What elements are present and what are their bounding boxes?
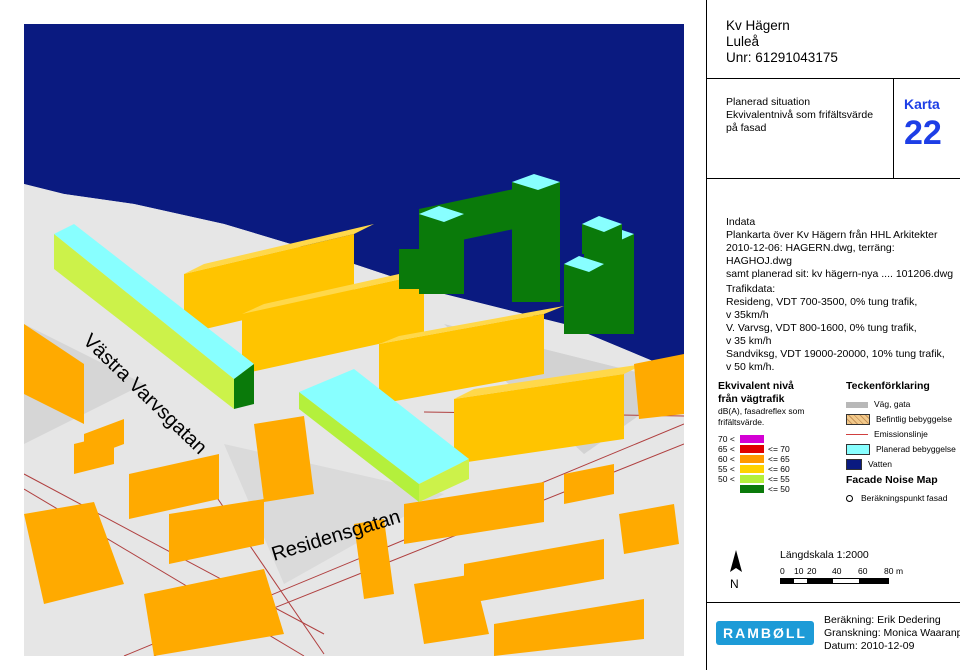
legend-emission: Emissionslinje — [846, 429, 958, 440]
noise-legend-sub2: frifältsvärde. — [718, 417, 765, 427]
indata-line3: samt planerad sit: kv hägern-nya .... 10… — [726, 268, 954, 280]
noise-class-swatch — [740, 485, 764, 493]
karta-label: Karta — [904, 96, 940, 112]
map-canvas: Västra Varvsgatan Residensgatan — [24, 24, 684, 656]
karta-box: Karta 22 — [893, 78, 960, 178]
footer-text: Beräkning: Erik Dedering Granskning: Mon… — [824, 614, 960, 653]
indata-section: Indata Plankarta över Kv Hägern från HHL… — [726, 216, 956, 281]
noise-class-swatch — [740, 465, 764, 473]
noise-class-row: 60 < <= 65 — [718, 454, 838, 464]
indata-title: Indata — [726, 216, 756, 228]
legend-planned: Planerad bebyggelse — [846, 444, 958, 455]
noise-class-row: 50 < <= 55 — [718, 474, 838, 484]
noise-class-row: 55 < <= 60 — [718, 464, 838, 474]
noise-map-3d[interactable]: Västra Varvsgatan Residensgatan — [24, 24, 684, 656]
calc-by: Beräkning: Erik Dedering — [824, 614, 941, 626]
noise-class-swatch — [740, 435, 764, 443]
situation-line3: på fasad — [726, 122, 767, 134]
noise-class-row: 65 < <= 70 — [718, 444, 838, 454]
noise-legend-rows: 70 <65 < <= 70 60 < <= 65 55 < <= 60 50 < <= 55… — [718, 434, 838, 494]
situation-line1: Planerad situation — [726, 96, 811, 108]
north-arrow: N — [726, 550, 746, 595]
emission-swatch — [846, 434, 868, 435]
noise-legend-sub1: dB(A), fasadreflex som — [718, 406, 805, 416]
trafikdata-line5: Sandviksg, VDT 19000-20000, 10% tung tra… — [726, 348, 945, 360]
noise-legend-title: Ekvivalent nivå — [718, 380, 794, 392]
review-by: Granskning: Monica Waaranperä — [824, 627, 960, 639]
water-swatch — [846, 459, 862, 470]
noise-legend: Ekvivalent nivå från vägtrafik dB(A), fa… — [718, 380, 838, 494]
planned-swatch — [846, 444, 870, 455]
trafikdata-line4: v 35 km/h — [726, 335, 772, 347]
karta-number: 22 — [904, 114, 942, 152]
facade-title: Facade Noise Map — [846, 474, 938, 486]
project-section: Kv Hägern Luleå Unr: 61291043175 — [706, 0, 960, 79]
date: Datum: 2010-12-09 — [824, 640, 915, 652]
indata-line1: Plankarta över Kv Hägern från HHL Arkite… — [726, 229, 938, 241]
project-number: Unr: 61291043175 — [726, 50, 838, 65]
situation-line2: Ekvivalentnivå som frifältsvärde — [726, 109, 874, 121]
symbol-legend-title: Teckenförklaring — [846, 380, 930, 392]
scale-bar — [780, 578, 889, 584]
legend-calc-point: Beräkningspunkt fasad — [846, 493, 958, 504]
symbol-legend: Teckenförklaring Väg, gata Befintlig beb… — [846, 380, 958, 504]
trafikdata-section: Trafikdata: Resideng, VDT 700-3500, 0% t… — [726, 283, 956, 374]
road-swatch — [846, 401, 868, 408]
legend-existing: Befintlig bebyggelse — [846, 414, 958, 425]
noise-class-swatch — [740, 445, 764, 453]
ramboll-logo: RAMBØLL — [716, 621, 814, 645]
indata-line2: 2010-12-06: HAGERN.dwg, terräng: HAGHOJ.… — [726, 242, 895, 267]
legend-road: Väg, gata — [846, 399, 958, 410]
noise-legend-title2: från vägtrafik — [718, 393, 785, 405]
footer-section: RAMBØLL Beräkning: Erik Dedering Granskn… — [706, 602, 960, 671]
calc-point-icon — [846, 495, 853, 502]
noise-class-high: <= 50 — [768, 483, 790, 494]
title-block: Kv Hägern Luleå Unr: 61291043175 Planera… — [706, 0, 960, 670]
noise-class-row: 70 < — [718, 434, 838, 444]
noise-class-low: 50 < — [718, 473, 735, 484]
noise-class-swatch — [740, 455, 764, 463]
map-frame: Västra Varvsgatan Residensgatan — [0, 0, 707, 670]
trafikdata-title: Trafikdata: — [726, 283, 776, 295]
legend-water: Vatten — [846, 459, 958, 470]
project-name: Kv Hägern — [726, 18, 790, 33]
trafikdata-line3: V. Varvsg, VDT 800-1600, 0% tung trafik, — [726, 322, 917, 334]
scale-title: Längdskala 1:2000 — [780, 549, 869, 561]
noise-class-row: <= 50 — [718, 484, 838, 494]
noise-class-swatch — [740, 475, 764, 483]
trafikdata-line1: Resideng, VDT 700-3500, 0% tung trafik, — [726, 296, 918, 308]
trafikdata-line6: v 50 km/h. — [726, 361, 775, 373]
project-city: Luleå — [726, 34, 760, 49]
existing-swatch — [846, 414, 870, 425]
trafikdata-line2: v 35km/h — [726, 309, 769, 321]
north-label: N — [730, 577, 739, 590]
